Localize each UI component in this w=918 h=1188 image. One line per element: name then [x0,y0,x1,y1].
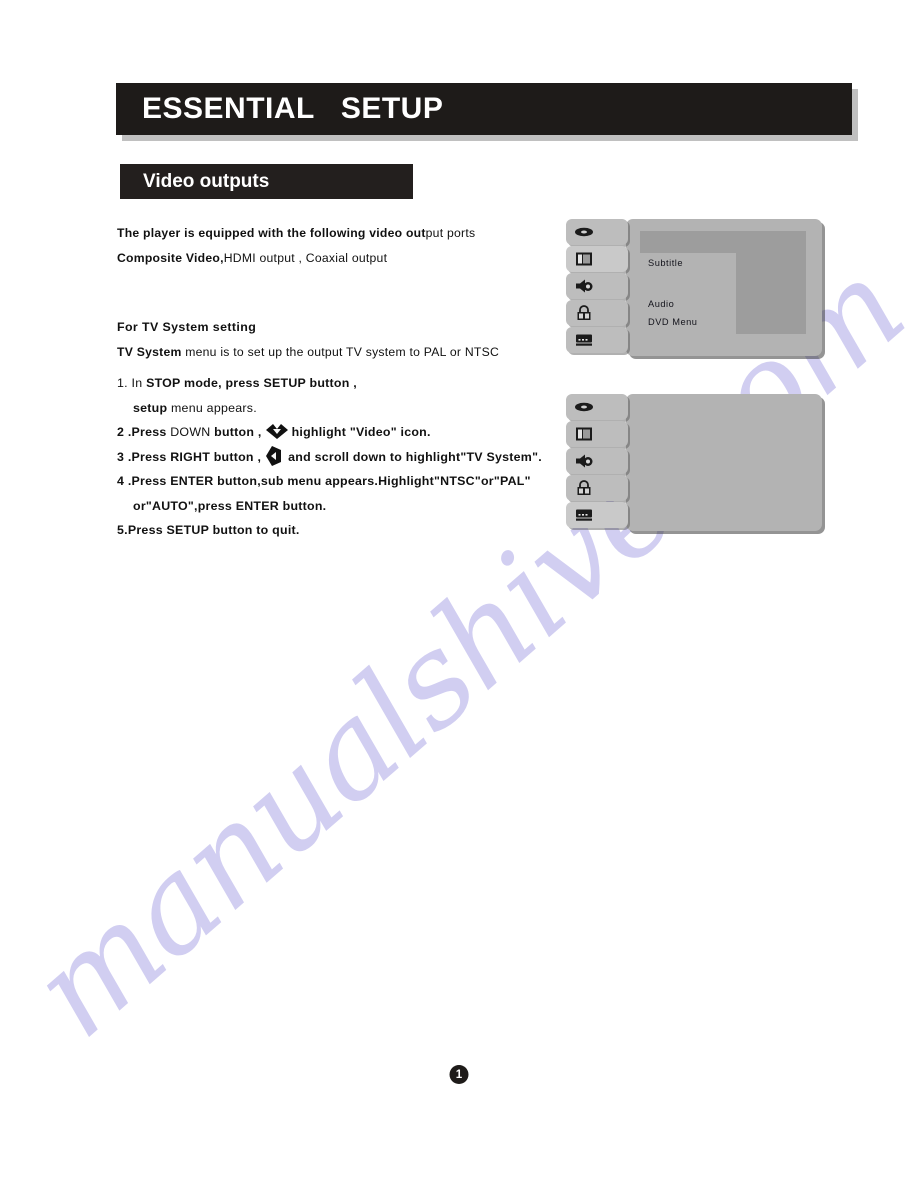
left-right-arrow-diamond-icon [266,445,282,466]
tab-video-setup[interactable] [566,421,628,447]
step-4-text: Press ENTER button,sub menu appears.High… [131,474,531,488]
step-4-cont-text: or"AUTO",press ENTER button. [133,498,327,513]
step-1-cont-bold: setup [133,400,168,415]
section-title: Video outputs [143,170,270,192]
step-3-tail: and scroll down to highlight"TV System". [288,449,542,464]
screen-panel: Subtitle Audio DVD Menu [626,219,822,356]
video-icon [573,250,595,269]
step-4-prefix: 4 . [117,474,132,488]
disc-icon [573,398,595,417]
step-5: 5.Press SETUP button to quit. [117,518,547,543]
tab-general-setup[interactable] [566,394,628,420]
tv-system-lead: TV System menu is to set up the output T… [117,340,547,365]
intro-line-1-rest: put ports [425,226,476,240]
screen-panel [626,394,822,531]
step-3: 3 .Press RIGHT button , and scroll down t… [117,445,547,470]
page-title: ESSENTIAL SETUP [142,92,444,125]
step-3-prefix: 3 . [117,449,132,464]
intro-line-2: Composite Video,HDMI output , Coaxial ou… [117,246,547,271]
step-1-continuation: setup menu appears. [117,396,547,421]
tab-language-setup[interactable] [566,502,628,528]
intro-line-2-rest: HDMI output , Coaxial output [223,251,388,265]
step-4: 4 .Press ENTER button,sub menu appears.H… [117,469,547,494]
step-2-down: DOWN [170,425,211,439]
tab-parental-setup[interactable] [566,475,628,501]
page-title-bar-fill: ESSENTIAL SETUP [116,83,852,135]
tv-system-lead-rest: menu is to set up the output TV system t… [181,345,499,359]
tab-video-setup[interactable] [566,246,628,272]
intro-line-2-bold: Composite Video, [117,251,224,265]
step-5-text: Press SETUP button to quit. [127,523,300,537]
step-1-setup: SETUP [263,376,306,390]
down-arrow-diamond-icon [265,424,288,439]
menu-item-dvd-menu[interactable]: DVD Menu [648,316,697,329]
subtitle-icon [573,506,595,525]
step-2: 2 .Press DOWN button , highlight "Video" … [117,420,547,445]
step-1-prefix: 1. In [117,376,147,390]
subtitle-icon [573,331,595,350]
menu-item-subtitle[interactable]: Subtitle [648,257,683,270]
tab-audio-setup[interactable] [566,448,628,474]
intro-line-1-bold: The player is equipped with the followin… [117,226,426,240]
intro-line-1: The player is equipped with the followin… [117,221,547,246]
tv-system-lead-bold: TV System [117,345,182,359]
step-2-press: Press [131,425,171,439]
screen-tab-strip [566,394,632,537]
disc-icon [573,223,595,242]
step-5-prefix: 5. [117,523,128,537]
step-1: 1. In STOP mode, press SETUP button , [117,371,547,396]
screen-tab-strip [566,219,632,362]
body-content: The player is equipped with the followin… [117,221,547,543]
step-4-continuation: or"AUTO",press ENTER button. [117,494,547,519]
step-3-press: Press RIGHT button , [131,449,262,464]
tab-language-setup[interactable] [566,327,628,353]
step-1-cont-rest: menu appears. [167,400,257,415]
tab-parental-setup[interactable] [566,300,628,326]
steps-list: 1. In STOP mode, press SETUP button , se… [117,371,547,543]
lock-icon [573,304,595,323]
video-icon [573,425,595,444]
lock-icon [573,479,595,498]
step-2-prefix: 2 . [117,425,132,439]
step-2-tail: highlight "Video" icon. [291,425,431,439]
tv-system-subhead: For TV System setting [117,320,257,334]
section-heading-bar: Video outputs [120,164,413,199]
setup-screen-blank [566,394,822,537]
manual-page: manualshive.com ESSENTIAL SETUP Video ou… [0,0,918,1188]
step-2-button: button , [210,425,262,439]
setup-screen-language: Subtitle Audio DVD Menu [566,219,822,362]
speaker-icon [573,452,595,471]
page-number: 1 [449,1065,469,1084]
tab-general-setup[interactable] [566,219,628,245]
step-1-tail: button , [305,376,357,390]
speaker-icon [573,277,595,296]
page-title-bar: ESSENTIAL SETUP [116,83,858,141]
menu-item-audio[interactable]: Audio [648,298,674,311]
step-1-stop: STOP [146,376,181,390]
step-1-mid: mode, press [180,376,264,390]
tab-audio-setup[interactable] [566,273,628,299]
